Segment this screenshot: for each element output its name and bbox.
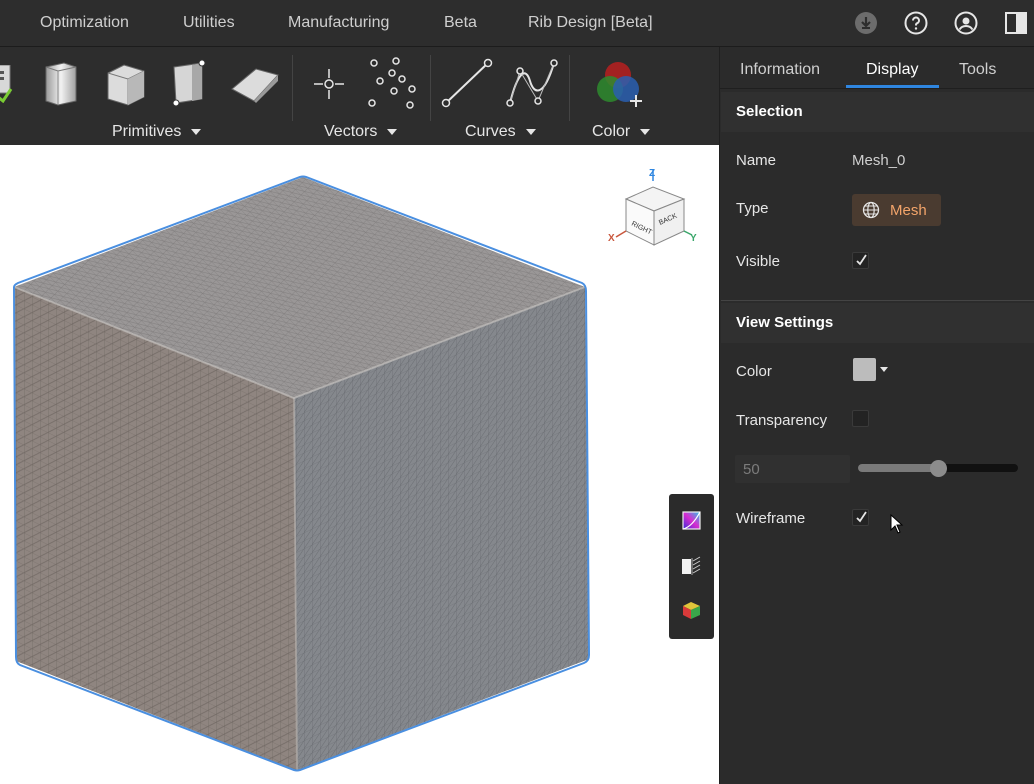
wireframe-label: Wireframe	[736, 510, 806, 527]
visible-label: Visible	[736, 253, 780, 270]
transparency-slider[interactable]	[858, 460, 1018, 477]
mouse-cursor-icon	[890, 513, 904, 539]
toolbar-divider	[569, 55, 570, 121]
section-divider	[721, 300, 1034, 301]
3d-viewport[interactable]: Z RIGHT BACK X Y	[0, 145, 719, 784]
toolbar-divider	[292, 55, 293, 121]
menu-utilities[interactable]: Utilities	[183, 14, 235, 32]
tab-display[interactable]: Display	[866, 61, 918, 79]
panel-toggle-icon[interactable]	[1004, 11, 1028, 35]
type-value: Mesh	[890, 202, 927, 219]
curves-dropdown[interactable]: Curves	[465, 123, 536, 141]
wedge-primitive-icon[interactable]	[230, 65, 280, 110]
point-icon[interactable]	[310, 65, 348, 108]
slider-fill	[858, 464, 938, 472]
ribbon-toolbar: Primitives Vectors Curves Color	[0, 47, 719, 145]
name-label: Name	[736, 152, 777, 169]
top-menu-bar: Optimization Utilities Manufacturing Bet…	[0, 0, 1034, 47]
color-swatch[interactable]	[853, 358, 876, 381]
menu-rib-design[interactable]: Rib Design [Beta]	[528, 14, 653, 32]
vectors-dropdown[interactable]: Vectors	[324, 123, 398, 141]
menu-beta[interactable]: Beta	[444, 14, 477, 32]
menu-manufacturing[interactable]: Manufacturing	[288, 14, 389, 32]
transparency-label: Transparency	[736, 412, 828, 429]
appearance-icon[interactable]	[681, 600, 702, 626]
color-map-icon[interactable]	[682, 511, 701, 535]
color-mix-icon[interactable]	[594, 59, 646, 114]
slider-handle[interactable]	[930, 460, 947, 477]
visible-checkbox[interactable]	[852, 252, 869, 269]
type-label: Type	[736, 200, 769, 217]
tab-tools[interactable]: Tools	[959, 61, 996, 79]
download-icon[interactable]	[854, 11, 878, 35]
point-cloud-icon[interactable]	[364, 57, 420, 116]
transparency-checkbox[interactable]	[852, 410, 869, 427]
mesh-check-icon[interactable]	[0, 64, 14, 108]
type-badge: Mesh	[852, 194, 941, 226]
line-icon[interactable]	[440, 57, 494, 116]
view-settings-section-header: View Settings	[721, 303, 1034, 343]
tab-information[interactable]: Information	[740, 61, 820, 79]
name-value: Mesh_0	[852, 152, 906, 169]
color-dropdown[interactable]: Color	[592, 123, 651, 141]
toolbar-divider	[430, 55, 431, 121]
box-primitive-icon[interactable]	[104, 61, 148, 112]
axis-x-label: X	[608, 233, 615, 244]
axis-z-label: Z	[649, 168, 655, 179]
globe-icon	[862, 201, 880, 219]
account-icon[interactable]	[954, 11, 978, 35]
section-view-icon[interactable]	[681, 556, 702, 582]
active-tab-indicator	[846, 85, 939, 88]
panel-tabs: Information Display Tools	[720, 47, 1034, 89]
box-corners-primitive-icon[interactable]	[168, 59, 212, 112]
primitives-dropdown[interactable]: Primitives	[112, 123, 202, 141]
cylinder-primitive-icon[interactable]	[42, 61, 80, 112]
axis-y-label: Y	[690, 233, 697, 244]
viewport-tools	[669, 494, 714, 639]
chevron-down-icon[interactable]	[880, 367, 888, 372]
transparency-value-field[interactable]: 50	[735, 455, 850, 483]
spline-icon[interactable]	[504, 57, 560, 116]
properties-panel: Information Display Tools Selection Name…	[719, 47, 1034, 784]
help-icon[interactable]	[904, 11, 928, 35]
selection-section-header: Selection	[721, 92, 1034, 132]
wireframe-checkbox[interactable]	[852, 509, 869, 526]
color-label: Color	[736, 363, 772, 380]
menu-optimization[interactable]: Optimization	[40, 14, 129, 32]
view-cube[interactable]: Z RIGHT BACK X Y	[604, 165, 704, 250]
